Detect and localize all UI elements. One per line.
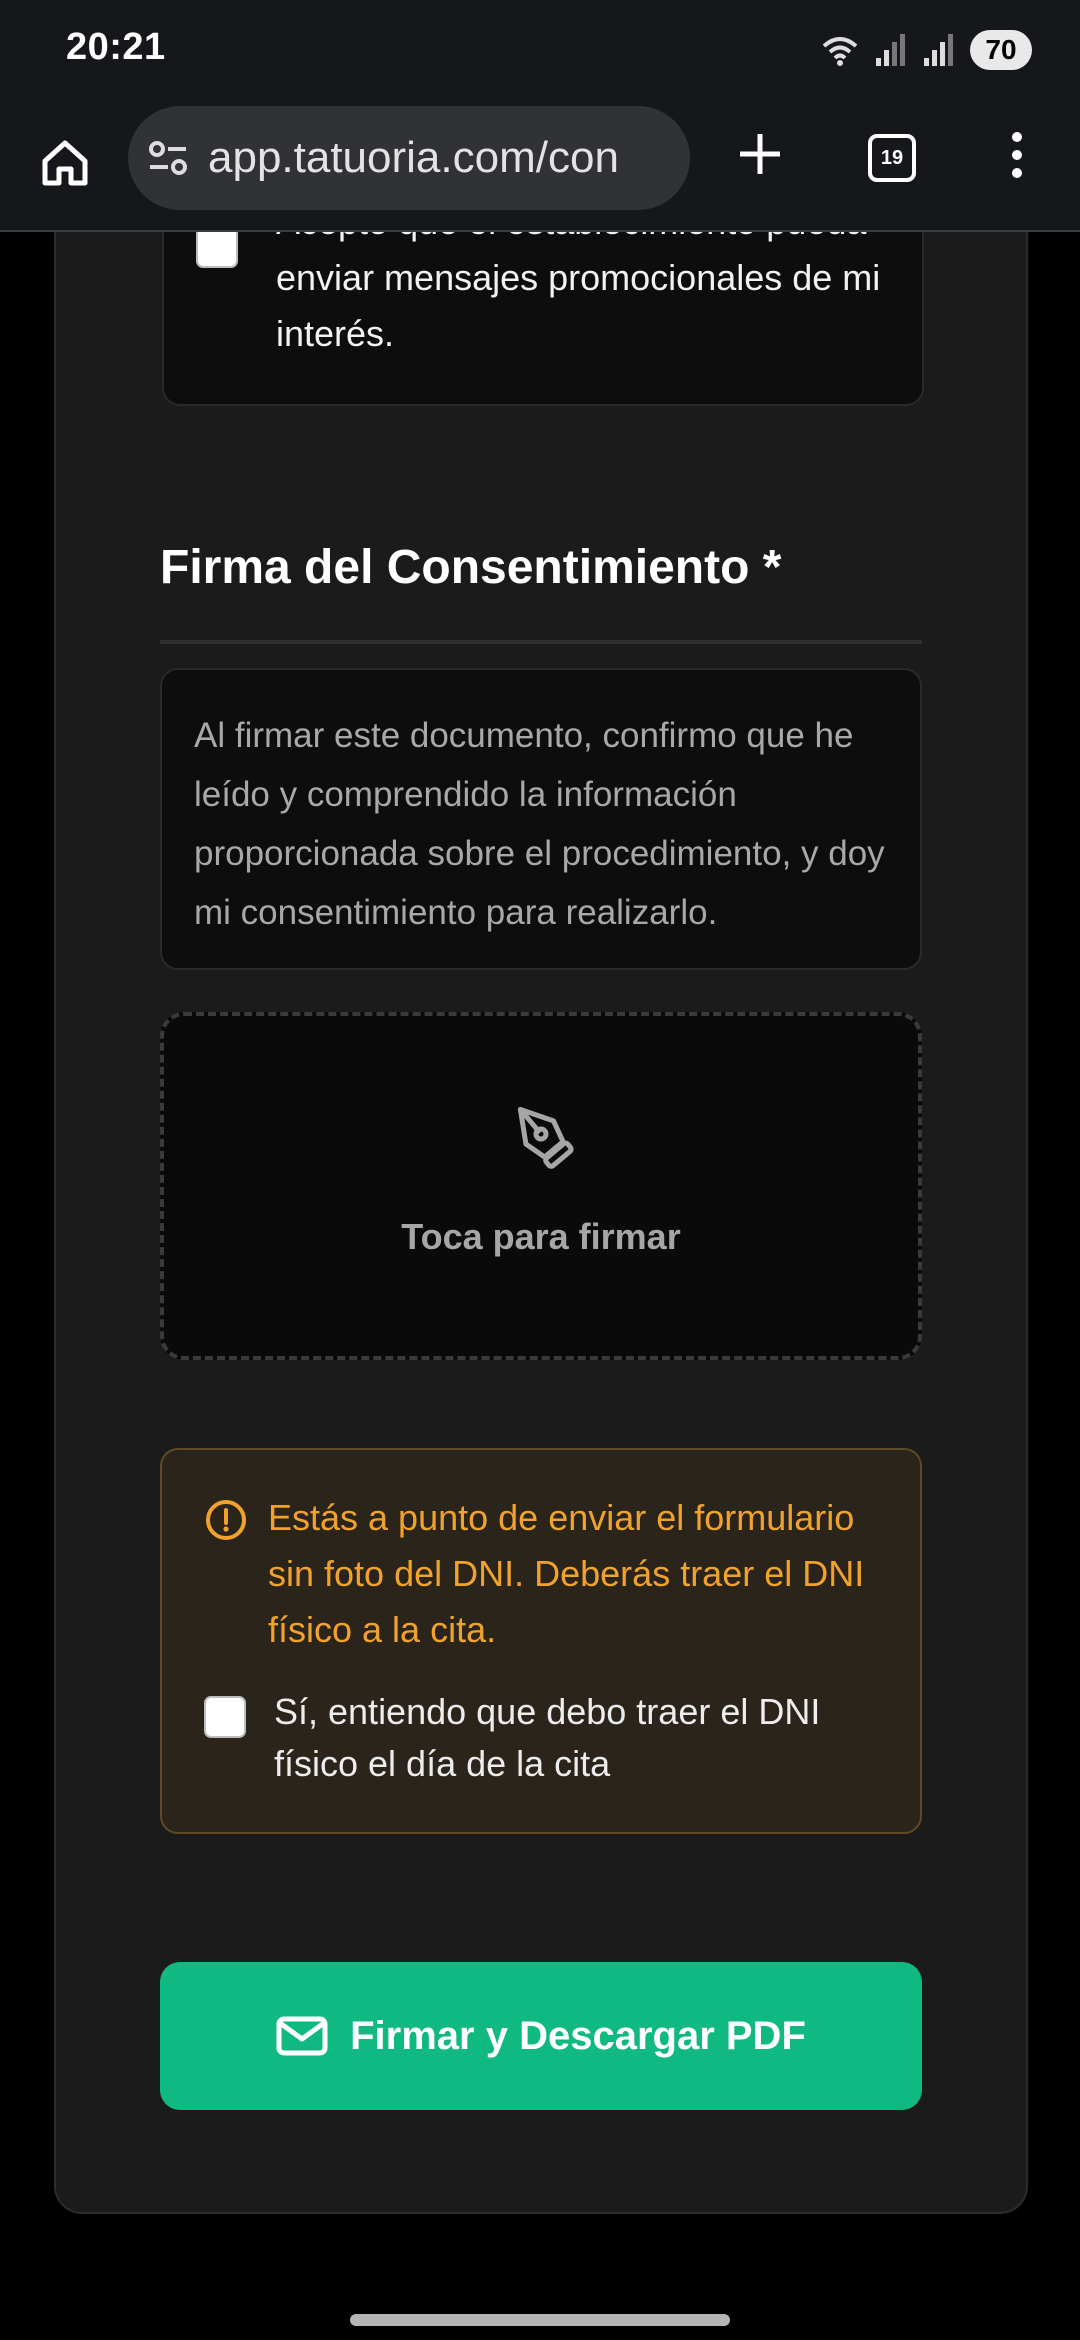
status-icons: 70	[820, 28, 1032, 72]
sign-and-download-button[interactable]: Firmar y Descargar PDF	[160, 1962, 922, 2110]
dni-warning-message: Estás a punto de enviar el formulario si…	[268, 1497, 865, 1650]
promo-consent-checkbox[interactable]	[196, 232, 238, 268]
home-icon	[42, 140, 88, 186]
site-settings-icon[interactable]	[148, 138, 188, 178]
url-text[interactable]: app.tatuoria.com/con	[208, 133, 619, 183]
promo-consent-box: Acepto que el establecimiento pueda envi…	[162, 232, 924, 406]
status-time: 20:21	[66, 26, 166, 68]
alert-circle-icon	[206, 1500, 246, 1540]
mail-icon	[276, 2016, 328, 2056]
dni-warning-box: Estás a punto de enviar el formulario si…	[160, 1448, 922, 1834]
promo-consent-label: Acepto que el establecimiento pueda envi…	[276, 232, 881, 354]
tabs-icon[interactable]: 19	[868, 134, 916, 182]
dni-confirm-checkbox[interactable]	[204, 1696, 246, 1738]
section-divider	[160, 640, 922, 644]
signature-section-title: Firma del Consentimiento *	[160, 541, 782, 594]
gesture-bar[interactable]	[350, 2314, 730, 2326]
signature-pad[interactable]: Toca para firmar	[160, 1012, 922, 1360]
new-tab-icon	[740, 134, 780, 174]
signal-icon	[876, 34, 905, 66]
browser-toolbar: app.tatuoria.com/con 19	[0, 100, 1080, 232]
url-bar[interactable]: app.tatuoria.com/con	[128, 106, 690, 210]
menu-dot	[1012, 150, 1022, 160]
wifi-icon	[822, 37, 858, 66]
tap-to-sign-label: Toca para firmar	[401, 1216, 681, 1257]
new-tab-button[interactable]	[728, 122, 792, 186]
home-button[interactable]	[30, 128, 100, 198]
page-content: Acepto que el establecimiento pueda envi…	[0, 232, 1080, 2340]
submit-label: Firmar y Descargar PDF	[350, 2013, 806, 2058]
status-bar: 20:21 70	[0, 0, 1080, 100]
menu-icon[interactable]	[1000, 120, 1034, 190]
menu-dot	[1012, 132, 1022, 142]
pen-icon	[517, 1106, 574, 1169]
menu-dot	[1012, 168, 1022, 178]
signal-icon	[924, 34, 953, 66]
battery-icon: 70	[970, 30, 1032, 70]
consent-text: Al firmar este documento, confirmo que h…	[194, 716, 885, 932]
consent-text-box: Al firmar este documento, confirmo que h…	[160, 668, 922, 970]
dni-confirm-label: Sí, entiendo que debo traer el DNI físic…	[274, 1691, 821, 1784]
